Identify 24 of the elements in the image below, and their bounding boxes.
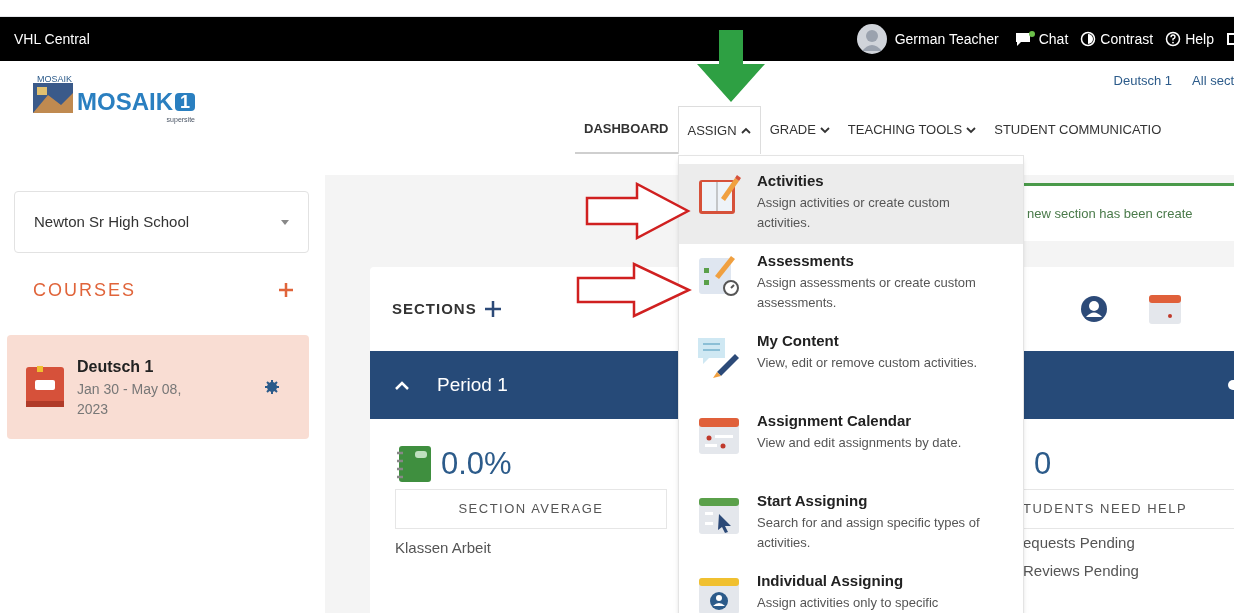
sections-heading: SECTIONS [392, 298, 477, 319]
menu-item-title: My Content [757, 331, 840, 351]
menu-item-description: View and edit assignments by date. [757, 433, 963, 452]
grade-item: Klassen Arbeit [395, 538, 491, 558]
average-label: SECTION AVERAGE [395, 489, 667, 529]
course-name: Deutsch 1 [77, 357, 155, 377]
help-count: 0 [1033, 444, 1053, 483]
menu-item-description: Assign activities only to specific [757, 593, 940, 612]
course-dates: Jan 30 - May 08, 2023 [77, 380, 183, 419]
pending-item: Reviews Pending [1023, 561, 1140, 581]
menu-item-title: Assignment Calendar [757, 411, 913, 431]
pending-item: equests Pending [1023, 533, 1136, 553]
courses-heading: COURSES [33, 278, 136, 302]
menu-item-title: Individual Assigning [757, 571, 905, 591]
menu-item-description: Assign assessments or create custom assessments. [757, 273, 977, 312]
average-value: 0.0% [441, 444, 512, 483]
menu-item-title: Activities [757, 171, 825, 191]
success-alert: new section has been create [1023, 183, 1234, 241]
menu-item-title: Start Assigning [757, 491, 869, 511]
menu-item-description: Search for and assign specific types of activities. [757, 513, 981, 552]
menu-item-title: Assessments [757, 251, 855, 271]
menu-item-description: Assign activities or create custom activities. [757, 193, 951, 232]
period-name: Period 1 [437, 372, 508, 397]
menu-item-description: View, edit or remove custom activities. [757, 353, 979, 372]
